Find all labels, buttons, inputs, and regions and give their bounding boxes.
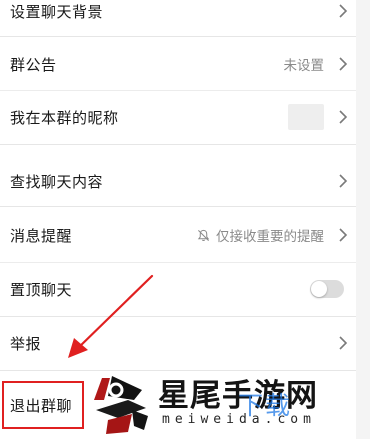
setting-label: 查找聊天内容 bbox=[10, 172, 104, 191]
group-chat-settings-screen: 设置聊天背景 群公告 未设置 我在本群的昵称 查找聊天内容 消息提醒 仅接收重要… bbox=[0, 0, 370, 439]
row-divider bbox=[0, 90, 356, 91]
chevron-right-icon bbox=[339, 174, 348, 188]
setting-label: 设置聊天背景 bbox=[10, 2, 104, 21]
setting-row-search-chat[interactable]: 查找聊天内容 bbox=[0, 163, 356, 199]
setting-row-group-announcement[interactable]: 群公告 未设置 bbox=[0, 46, 356, 82]
setting-label: 我在本群的昵称 bbox=[10, 108, 119, 127]
toggle-knob bbox=[311, 281, 327, 297]
setting-row-pin-chat: 置顶聊天 bbox=[0, 271, 356, 307]
pin-chat-toggle[interactable] bbox=[310, 280, 344, 298]
nickname-redacted bbox=[288, 104, 324, 130]
row-divider bbox=[0, 262, 356, 263]
section-divider bbox=[0, 36, 356, 37]
chevron-right-icon bbox=[339, 4, 348, 18]
notify-status-text: 仅接收重要的提醒 bbox=[216, 229, 324, 245]
section-divider bbox=[0, 144, 356, 145]
setting-row-my-nickname[interactable]: 我在本群的昵称 bbox=[0, 99, 356, 135]
setting-row-message-notify[interactable]: 消息提醒 仅接收重要的提醒 bbox=[0, 217, 356, 253]
setting-label: 消息提醒 bbox=[10, 226, 73, 245]
section-divider bbox=[0, 316, 356, 317]
announcement-status: 未设置 bbox=[283, 58, 325, 74]
watermark-url: meiweida.com bbox=[162, 412, 316, 427]
chevron-right-icon bbox=[339, 228, 348, 242]
bell-muted-icon bbox=[197, 229, 210, 241]
notify-status: 仅接收重要的提醒 bbox=[197, 225, 324, 245]
highlight-box bbox=[2, 381, 84, 429]
section-divider bbox=[0, 206, 356, 207]
chevron-right-icon bbox=[339, 57, 348, 71]
watermark: 星尾手游网 下载 meiweida.com bbox=[88, 370, 370, 439]
setting-label: 群公告 bbox=[10, 55, 57, 74]
chevron-right-icon bbox=[339, 110, 348, 124]
watermark-logo-icon bbox=[94, 376, 148, 434]
setting-row-chat-background[interactable]: 设置聊天背景 bbox=[0, 0, 356, 28]
setting-label: 举报 bbox=[10, 334, 42, 353]
annotation-arrow-icon bbox=[68, 274, 154, 358]
setting-row-report[interactable]: 举报 bbox=[0, 325, 356, 361]
chevron-right-icon bbox=[339, 336, 348, 350]
